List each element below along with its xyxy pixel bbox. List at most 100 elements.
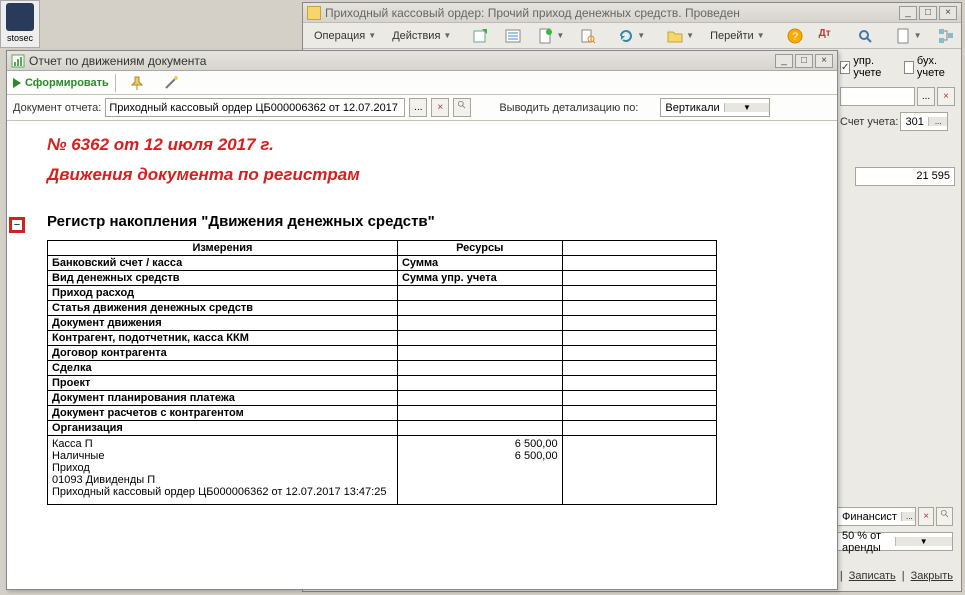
table-data-resources: 6 500,006 500,00 <box>397 435 562 504</box>
tool-folder-icon[interactable]: ▼ <box>660 26 701 46</box>
table-cell <box>397 300 562 315</box>
table-row: Приход расход <box>48 285 398 300</box>
report-header-2: Движения документа по регистрам <box>47 163 817 187</box>
main-titlebar: Приходный кассовый ордер: Прочий приход … <box>303 3 961 23</box>
table-cell <box>397 330 562 345</box>
table-cell <box>397 285 562 300</box>
close-button[interactable]: × <box>939 6 957 20</box>
main-toolbar: Операция▼ Действия▼ ▼ ▼ ▼ Перейти▼ ? Дт … <box>303 23 961 49</box>
table-cell <box>562 405 716 420</box>
table-cell <box>397 420 562 435</box>
table-data-measures: Касса ПНаличныеПриход01093 Дивиденды ППр… <box>48 435 398 504</box>
report-window-icon <box>11 54 25 68</box>
acct-label: Счет учета: <box>840 116 898 128</box>
table-cell <box>562 285 716 300</box>
rpt-minimize-button[interactable]: _ <box>775 54 793 68</box>
table-cell: Сумма упр. учета <box>397 270 562 285</box>
minimize-button[interactable]: _ <box>899 6 917 20</box>
table-row: Документ расчетов с контрагентом <box>48 405 398 420</box>
table-cell <box>562 345 716 360</box>
table-cell: Сумма <box>397 255 562 270</box>
dots-button[interactable]: ... <box>917 87 935 106</box>
detail-combo[interactable]: Вертикали▼ <box>660 98 770 117</box>
th-resources: Ресурсы <box>397 240 562 255</box>
section-title: Регистр накопления "Движения денежных ср… <box>47 213 817 230</box>
upr-checkbox[interactable]: ✓ <box>840 61 850 74</box>
finansist-combo[interactable]: Финансист... <box>837 507 916 526</box>
field-small[interactable] <box>840 87 915 106</box>
svg-text:?: ? <box>792 31 798 43</box>
table-row: Банковский счет / касса <box>48 255 398 270</box>
table-row: Сделка <box>48 360 398 375</box>
tool-doc-icon[interactable]: ▼ <box>530 26 571 46</box>
save-btn[interactable]: Записать <box>849 570 896 583</box>
doc-label: Документ отчета: <box>13 102 101 114</box>
rpt-maximize-button[interactable]: □ <box>795 54 813 68</box>
rpt-close-button[interactable]: × <box>815 54 833 68</box>
table-cell <box>562 390 716 405</box>
actions-menu[interactable]: Действия▼ <box>385 26 458 46</box>
th-measures: Измерения <box>48 240 398 255</box>
table-cell <box>562 375 716 390</box>
tool-search-icon[interactable] <box>850 26 880 46</box>
window-title: Приходный кассовый ордер: Прочий приход … <box>325 6 899 20</box>
generate-button[interactable]: Сформировать <box>13 77 109 89</box>
report-toolbar: Сформировать <box>7 71 837 95</box>
tool-refresh-icon[interactable]: ▼ <box>611 26 652 46</box>
buh-checkbox[interactable] <box>904 61 914 74</box>
tool-pin-icon[interactable] <box>122 73 152 93</box>
upr-label: упр. учете <box>853 55 891 79</box>
table-cell <box>562 255 716 270</box>
table-row: Документ движения <box>48 315 398 330</box>
acct-combo[interactable]: 301... <box>900 112 948 131</box>
tool-list-icon[interactable] <box>498 26 528 46</box>
app-logo: stosec <box>0 0 40 48</box>
table-cell <box>562 360 716 375</box>
tool-add-icon[interactable] <box>466 26 496 46</box>
table-cell <box>397 375 562 390</box>
right-panel: ✓упр. учете бух. учете ... × Счет учета:… <box>840 55 955 186</box>
amount-field[interactable]: 21 595 <box>855 167 955 186</box>
table-cell <box>397 360 562 375</box>
collapse-toggle[interactable]: − <box>9 217 25 233</box>
table-row: Вид денежных средств <box>48 270 398 285</box>
report-title: Отчет по движениям документа <box>29 54 775 68</box>
table-cell <box>397 315 562 330</box>
filter-row: Документ отчета: ... × Выводить детализа… <box>7 95 837 121</box>
table-row: Контрагент, подотчетник, касса ККМ <box>48 330 398 345</box>
table-row: Документ планирования платежа <box>48 390 398 405</box>
th-empty <box>562 240 716 255</box>
table-data-empty <box>562 435 716 504</box>
pct-combo[interactable]: 50 % от аренды▼ <box>837 532 953 551</box>
report-body: № 6362 от 12 июля 2017 г. Движения докум… <box>7 121 837 589</box>
maximize-button[interactable]: □ <box>919 6 937 20</box>
doc-dots-button[interactable]: ... <box>409 98 427 117</box>
buh-label: бух. учете <box>917 55 955 79</box>
tool-tree-icon[interactable] <box>931 26 961 46</box>
play-icon <box>13 78 21 88</box>
goto-menu[interactable]: Перейти▼ <box>703 26 772 46</box>
table-cell <box>562 420 716 435</box>
doc-input[interactable] <box>105 98 405 117</box>
table-row: Статья движения денежных средств <box>48 300 398 315</box>
operation-menu[interactable]: Операция▼ <box>307 26 383 46</box>
doc-zoom-button[interactable] <box>453 98 471 117</box>
table-row: Договор контрагента <box>48 345 398 360</box>
tool-find-icon[interactable] <box>573 26 603 46</box>
report-window: Отчет по движениям документа _ □ × Сформ… <box>6 50 838 590</box>
tool-dt-icon[interactable]: Дт <box>812 26 842 46</box>
table-row: Проект <box>48 375 398 390</box>
search2-button[interactable] <box>936 507 953 526</box>
tool-doc2-icon[interactable]: ▼ <box>888 26 929 46</box>
clear-x2-button[interactable]: × <box>918 507 935 526</box>
report-titlebar: Отчет по движениям документа _ □ × <box>7 51 837 71</box>
table-cell <box>562 315 716 330</box>
close-btn[interactable]: Закрыть <box>911 570 953 583</box>
tool-wand-icon[interactable] <box>156 73 186 93</box>
table-cell <box>397 345 562 360</box>
window-icon <box>307 6 321 20</box>
table-cell <box>562 270 716 285</box>
tool-help-icon[interactable]: ? <box>780 26 810 46</box>
doc-clear-button[interactable]: × <box>431 98 449 117</box>
clear-x-button[interactable]: × <box>937 87 955 106</box>
